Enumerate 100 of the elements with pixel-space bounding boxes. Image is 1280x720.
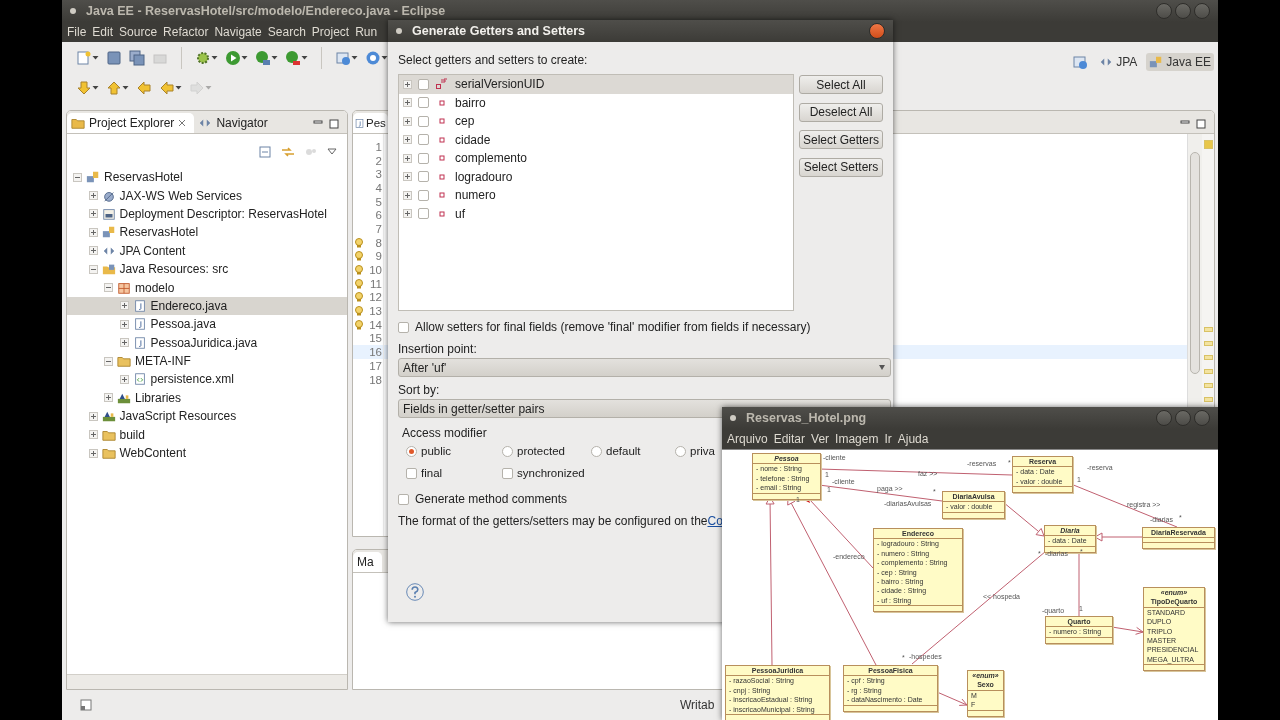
close-button[interactable] — [1194, 410, 1210, 426]
expand-icon[interactable] — [403, 172, 412, 182]
window-menu-icon[interactable] — [70, 8, 76, 14]
dropdown-arrow-icon[interactable] — [301, 55, 308, 61]
field-item[interactable]: complemento — [399, 149, 793, 168]
checkbox[interactable] — [418, 97, 429, 109]
run-tool-button[interactable] — [255, 50, 271, 66]
view-tab[interactable]: Ma — [353, 552, 382, 572]
dropdown-arrow-icon[interactable] — [175, 85, 182, 91]
tree-item[interactable]: Deployment Descriptor: ReservasHotel — [67, 204, 347, 224]
menu-item[interactable]: Search — [264, 25, 309, 39]
save-all-button[interactable] — [129, 50, 145, 66]
checkbox[interactable] — [406, 467, 417, 479]
expand-icon[interactable] — [403, 135, 412, 145]
menu-item[interactable]: Arquivo — [724, 432, 771, 446]
field-item[interactable]: serialVersionUID — [399, 75, 793, 94]
collapse-icon[interactable] — [104, 283, 113, 293]
expand-icon[interactable] — [403, 153, 412, 163]
tree-item[interactable]: ReservasHotel — [67, 168, 347, 187]
scrollbar-thumb[interactable] — [1190, 152, 1200, 374]
expand-icon[interactable] — [88, 209, 98, 219]
expand-icon[interactable] — [119, 319, 129, 329]
expand-icon[interactable] — [88, 227, 98, 237]
menu-item[interactable]: Edit — [89, 25, 117, 39]
maximize-icon[interactable] — [329, 119, 339, 129]
caret-icon[interactable] — [878, 363, 886, 372]
menu-item[interactable]: Ajuda — [894, 432, 932, 446]
expand-icon[interactable] — [119, 375, 129, 384]
minimize-button[interactable] — [1156, 410, 1172, 426]
radio-button[interactable] — [406, 445, 417, 457]
maximize-button[interactable] — [1175, 3, 1191, 19]
expand-icon[interactable] — [88, 430, 98, 440]
view-menu-icon[interactable] — [327, 148, 337, 156]
radio-button[interactable] — [591, 445, 602, 457]
help-icon[interactable] — [406, 583, 424, 601]
select-button[interactable]: Select Getters — [799, 130, 883, 149]
menu-item[interactable]: Navigate — [211, 25, 265, 39]
checkbox[interactable] — [398, 493, 409, 505]
checkbox[interactable] — [418, 208, 429, 220]
menu-item[interactable]: Refactor — [160, 25, 212, 39]
close-button[interactable] — [1194, 3, 1210, 19]
expand-icon[interactable] — [403, 79, 412, 89]
close-icon[interactable] — [178, 119, 187, 127]
menu-item[interactable]: Project — [308, 25, 353, 39]
dropdown-arrow-icon[interactable] — [211, 55, 218, 61]
window-menu-icon[interactable] — [730, 415, 736, 421]
last-edit-button[interactable] — [136, 80, 152, 96]
expand-icon[interactable] — [88, 411, 98, 421]
field-item[interactable]: logradouro — [399, 167, 793, 186]
field-item[interactable]: cidade — [399, 130, 793, 149]
dropdown-arrow-icon[interactable] — [271, 55, 278, 61]
field-item[interactable]: numero — [399, 186, 793, 205]
perspective-button[interactable]: JPA — [1096, 53, 1141, 71]
field-item[interactable]: bairro — [399, 93, 793, 112]
tree-item[interactable]: JavaScript Resources — [67, 407, 347, 426]
tree-item[interactable]: modelo — [67, 278, 347, 297]
select-button[interactable]: Select Setters — [799, 157, 883, 177]
maximize-icon[interactable] — [1196, 119, 1206, 129]
dropdown-arrow-icon[interactable] — [122, 85, 129, 91]
select-button[interactable]: Deselect All — [799, 102, 883, 122]
checkbox[interactable] — [418, 152, 429, 164]
checkbox[interactable] — [418, 78, 429, 90]
checkbox[interactable] — [502, 467, 513, 479]
expand-icon[interactable] — [403, 116, 412, 126]
select-button[interactable]: Select All — [799, 75, 883, 94]
checkbox[interactable] — [398, 321, 409, 333]
tree-item[interactable]: Pessoa.java — [67, 315, 347, 334]
menu-item[interactable]: Run — [352, 25, 381, 39]
maximize-button[interactable] — [1175, 410, 1191, 426]
editor-tab[interactable]: Pes — [353, 113, 388, 133]
collapse-icon[interactable] — [104, 356, 113, 366]
expand-icon[interactable] — [403, 190, 412, 200]
menu-item[interactable]: Ir — [881, 432, 895, 446]
menu-item[interactable]: Imagem — [832, 432, 882, 446]
preferences-link[interactable]: Co — [707, 514, 723, 528]
tree-item[interactable]: PessoaJuridica.java — [67, 333, 347, 352]
field-item[interactable]: cep — [399, 112, 793, 131]
link-editor-icon[interactable] — [281, 146, 295, 158]
menu-item[interactable]: Ver — [808, 432, 833, 446]
checkbox[interactable] — [418, 134, 429, 146]
tree-item[interactable]: ReservasHotel — [67, 223, 347, 242]
collapse-icon[interactable] — [88, 264, 98, 274]
field-item[interactable]: uf — [399, 204, 793, 223]
view-tab[interactable]: Navigator — [194, 113, 276, 133]
open-perspective-button[interactable] — [1072, 54, 1089, 70]
perspective-button[interactable]: Java EE — [1146, 53, 1214, 71]
close-button[interactable] — [869, 23, 885, 39]
tree-item[interactable]: Endereco.java — [67, 296, 347, 316]
window-menu-icon[interactable] — [396, 28, 402, 34]
radio-button[interactable] — [675, 445, 686, 457]
expand-icon[interactable] — [403, 209, 412, 219]
scrollbar[interactable] — [67, 674, 347, 689]
gear-button[interactable] — [195, 50, 211, 66]
insertion-point-dropdown[interactable]: After 'uf' — [398, 358, 891, 377]
tree-item[interactable]: build — [67, 425, 347, 444]
expand-icon[interactable] — [119, 301, 129, 311]
dropdown-arrow-icon[interactable] — [351, 55, 358, 61]
tree-item[interactable]: Java Resources: src — [67, 259, 347, 279]
minimize-button[interactable] — [1156, 3, 1172, 19]
tree-item[interactable]: WebContent — [67, 443, 347, 463]
